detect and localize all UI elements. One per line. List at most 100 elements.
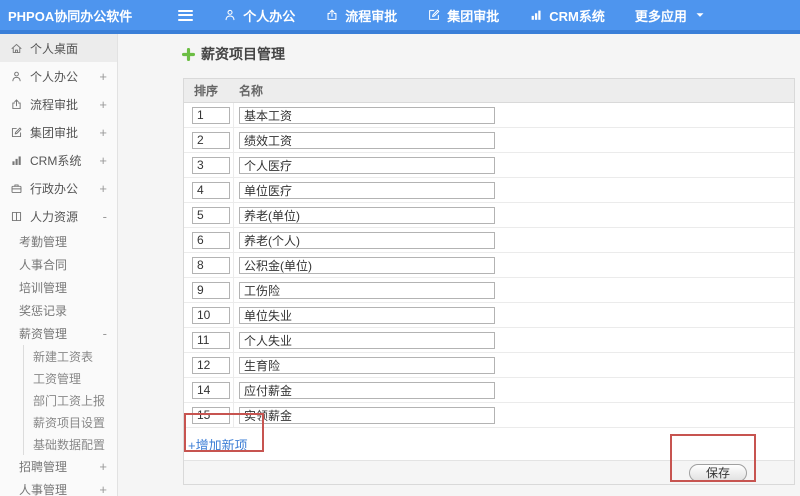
order-cell (184, 103, 234, 127)
hamburger-menu-icon[interactable] (174, 6, 197, 25)
column-header-order: 排序 (194, 84, 219, 98)
name-input[interactable] (239, 156, 495, 174)
sidebar-sub-item[interactable]: 薪资管理 - (0, 322, 117, 345)
home-icon (10, 42, 23, 55)
name-input[interactable] (239, 306, 495, 324)
nav-item-label: 个人办公 (243, 8, 296, 24)
sidebar-sub-item[interactable]: 奖惩记录 (0, 299, 117, 322)
table-row (184, 153, 794, 178)
sidebar-item[interactable]: 个人办公 + (0, 62, 117, 90)
table-row (184, 403, 794, 428)
name-input[interactable] (239, 106, 495, 124)
top-nav: 个人办公 流程审批 集团审批 CRM系统 更多应用 (223, 6, 707, 25)
order-cell (184, 353, 234, 377)
order-input[interactable] (192, 356, 230, 374)
order-input[interactable] (192, 231, 230, 249)
sidebar-sub-item-label: 人事管理 (19, 483, 68, 496)
sidebar-item[interactable]: 行政办公 + (0, 174, 117, 202)
table-row (184, 228, 794, 253)
name-input[interactable] (239, 331, 495, 349)
expand-plus-icon: + (99, 180, 107, 196)
nav-item[interactable]: 个人办公 (223, 6, 295, 25)
sidebar-sub-item[interactable]: 考勤管理 (0, 230, 117, 253)
name-input[interactable] (239, 131, 495, 149)
sidebar-sub-item[interactable]: 人事管理 + (0, 478, 117, 496)
order-input[interactable] (192, 106, 230, 124)
table-row (184, 353, 794, 378)
name-input[interactable] (239, 206, 495, 224)
order-input[interactable] (192, 306, 230, 324)
name-input[interactable] (239, 406, 495, 424)
table-row (184, 128, 794, 153)
sidebar-sub-item-label: 考勤管理 (19, 235, 68, 249)
sidebar-item[interactable]: 人力资源 - (0, 202, 117, 230)
table-row (184, 378, 794, 403)
sidebar-sub-item[interactable]: 人事合同 (0, 253, 117, 276)
sidebar-subsub-group: 新建工资表 工资管理 部门工资上报 薪资项目设置基础数据配置 (23, 345, 117, 455)
sidebar-subsub-item[interactable]: 工资管理 (24, 367, 117, 389)
nav-item-label: CRM系统 (549, 8, 605, 24)
sidebar-subsub-item[interactable]: 部门工资上报 (24, 389, 117, 411)
order-input[interactable] (192, 331, 230, 349)
app-window: PHPOA协同办公软件 个人办公 流程审批 集团审批 CRM系统 更多应用 个人桌面 个人… (0, 0, 800, 496)
sidebar-item[interactable]: CRM系统 + (0, 146, 117, 174)
name-input[interactable] (239, 231, 495, 249)
order-input[interactable] (192, 406, 230, 424)
order-input[interactable] (192, 281, 230, 299)
salary-items-table: 排序 名称 +增加新项 保存 (183, 78, 795, 485)
chart-icon (529, 8, 543, 22)
add-new-item-link[interactable]: +增加新项 (188, 435, 248, 454)
order-cell (184, 228, 234, 252)
collapse-minus-icon: - (102, 208, 107, 224)
nav-item-label: 更多应用 (634, 8, 687, 24)
order-input[interactable] (192, 381, 230, 399)
caret-down-icon (693, 8, 707, 22)
name-input[interactable] (239, 181, 495, 199)
sidebar-item-label: CRM系统 (30, 153, 82, 168)
sidebar-sub-item-label: 人事合同 (19, 258, 68, 272)
sidebar-item[interactable]: 集团审批 + (0, 118, 117, 146)
name-input[interactable] (239, 256, 495, 274)
sidebar-item-label: 流程审批 (30, 97, 79, 112)
table-footer: 保存 (184, 461, 794, 484)
table-header-row: 排序 名称 (184, 79, 794, 103)
sidebar-item[interactable]: 个人桌面 (0, 34, 117, 62)
user-icon (10, 70, 23, 83)
order-input[interactable] (192, 181, 230, 199)
sidebar-item[interactable]: 流程审批 + (0, 90, 117, 118)
sidebar-sub-item[interactable]: 招聘管理 + (0, 455, 117, 478)
sidebar-sub-item[interactable]: 培训管理 (0, 276, 117, 299)
order-input[interactable] (192, 156, 230, 174)
page-title: 薪资项目管理 (201, 46, 285, 62)
sidebar-item-label: 集团审批 (30, 125, 79, 140)
table-row (184, 103, 794, 128)
page-title-row: 薪资项目管理 (182, 44, 285, 64)
sidebar: 个人桌面 个人办公 + 流程审批 + 集团审批 + CRM系统 + 行政办公 + 人力资源 - 考勤管理人… (0, 34, 118, 496)
name-input[interactable] (239, 356, 495, 374)
sidebar-sub-item-label: 培训管理 (19, 281, 68, 295)
nav-item[interactable]: 集团审批 (427, 6, 499, 25)
table-row (184, 178, 794, 203)
expand-plus-icon: + (99, 152, 107, 168)
column-header-name: 名称 (239, 84, 264, 98)
save-button[interactable]: 保存 (689, 463, 747, 482)
sidebar-item-label: 个人桌面 (30, 41, 79, 56)
sidebar-subsub-item[interactable]: 薪资项目设置 (24, 411, 117, 433)
order-input[interactable] (192, 256, 230, 274)
top-header: PHPOA协同办公软件 个人办公 流程审批 集团审批 CRM系统 更多应用 (0, 0, 800, 34)
order-cell (184, 203, 234, 227)
nav-item[interactable]: 更多应用 (635, 6, 707, 25)
nav-item[interactable]: CRM系统 (529, 6, 605, 25)
order-input[interactable] (192, 131, 230, 149)
sidebar-subsub-item[interactable]: 基础数据配置 (24, 433, 117, 455)
edit-icon (10, 126, 23, 139)
name-input[interactable] (239, 281, 495, 299)
sidebar-sub-item-label: 招聘管理 (19, 460, 68, 474)
book-icon (10, 210, 23, 223)
nav-item[interactable]: 流程审批 (325, 6, 397, 25)
sidebar-subsub-item[interactable]: 新建工资表 (24, 345, 117, 367)
name-input[interactable] (239, 381, 495, 399)
expand-plus-icon: + (99, 96, 107, 112)
sidebar-subsub-item-label: 基础数据配置 (33, 437, 106, 452)
order-input[interactable] (192, 206, 230, 224)
